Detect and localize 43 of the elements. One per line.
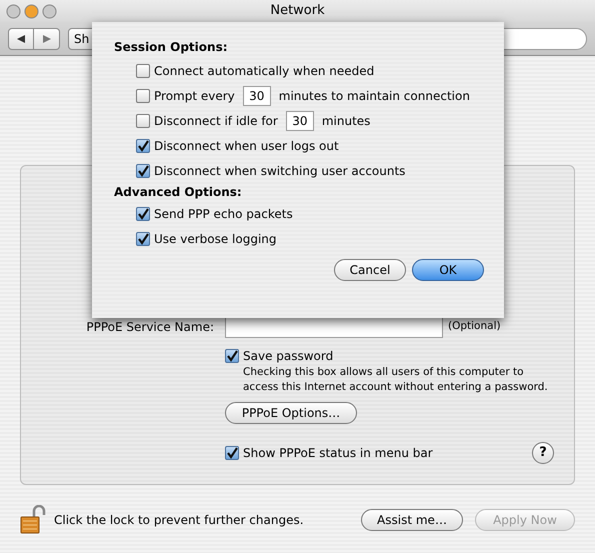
- checkbox-label: Save password: [243, 348, 334, 365]
- back-icon: [16, 34, 26, 44]
- zoom-button[interactable]: [42, 4, 57, 18]
- lock-text: Click the lock to prevent further changes.: [54, 512, 304, 529]
- window-title: Network: [269, 2, 326, 20]
- checkbox-label: Send PPP echo packets: [154, 206, 293, 222]
- field-label: PPPoE Service Name:: [85, 319, 214, 336]
- checkbox[interactable]: [136, 64, 150, 78]
- checkbox[interactable]: [136, 206, 150, 220]
- help-button[interactable]: ?: [532, 442, 554, 464]
- checkbox-label: Prompt every: [154, 88, 235, 104]
- forward-button[interactable]: [34, 28, 60, 50]
- option-text: minutes: [322, 112, 370, 130]
- checkbox-label: Disconnect when user logs out: [154, 138, 339, 154]
- section-title: Advanced Options:: [114, 184, 242, 201]
- checkbox-label: Disconnect if idle for: [154, 112, 278, 130]
- ok-button[interactable]: OK: [412, 259, 484, 281]
- checkbox-label: Disconnect when switching user accounts: [154, 162, 406, 180]
- checkbox[interactable]: [136, 88, 150, 102]
- minimize-button[interactable]: [24, 4, 39, 18]
- close-button[interactable]: [6, 4, 21, 18]
- optional-note: (Optional): [448, 319, 501, 334]
- minutes-field[interactable]: 30: [286, 110, 314, 130]
- checkbox[interactable]: [136, 164, 150, 178]
- checkbox-label: Connect automatically when needed: [154, 62, 374, 80]
- description-text: Checking this box allows all users of this computer to access this Internet account without entering a password.: [243, 365, 549, 395]
- checkbox[interactable]: [136, 114, 150, 128]
- option-text: minutes to maintain connection: [278, 88, 470, 104]
- footer-button[interactable]: Assist me…: [361, 509, 463, 531]
- forward-icon: [42, 34, 52, 44]
- text-field[interactable]: [225, 316, 443, 338]
- lock-icon[interactable]: [20, 505, 46, 535]
- pppoe-options-button[interactable]: PPPoE Options…: [225, 402, 357, 424]
- checkbox-label: Show PPPoE status in menu bar: [243, 445, 433, 462]
- minutes-field[interactable]: 30: [242, 86, 271, 106]
- section-title: Session Options:: [114, 39, 228, 56]
- checkbox-label: Use verbose logging: [154, 230, 277, 248]
- checkbox[interactable]: [225, 446, 239, 460]
- back-button[interactable]: [8, 28, 34, 50]
- checkbox[interactable]: [136, 138, 150, 152]
- cancel-button[interactable]: Cancel: [334, 259, 406, 281]
- checkbox[interactable]: [225, 349, 239, 363]
- checkbox[interactable]: [136, 232, 150, 246]
